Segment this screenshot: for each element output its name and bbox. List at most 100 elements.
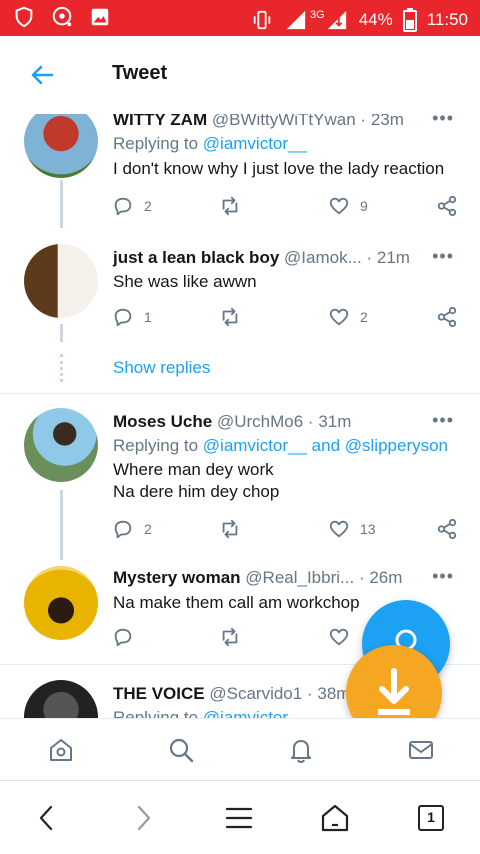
messages-mail-icon[interactable] <box>406 735 436 765</box>
display-name[interactable]: WITTY ZAM <box>113 114 207 129</box>
separator: · <box>306 684 313 703</box>
mention-link[interactable]: @iamvictor <box>203 708 288 718</box>
separator: · <box>366 248 373 267</box>
display-name[interactable]: just a lean black boy <box>113 248 279 267</box>
divider <box>0 393 480 394</box>
user-handle[interactable]: @Iamok... <box>284 248 362 267</box>
network-type: 3G <box>310 9 325 21</box>
avatar[interactable] <box>24 408 98 482</box>
user-handle[interactable]: @Real_Ibbri... <box>245 568 354 587</box>
separator: · <box>307 412 314 431</box>
like-count: 13 <box>360 521 376 537</box>
app-header: Tweet <box>0 36 480 114</box>
share-icon <box>437 195 457 217</box>
status-bar: 3G 44% 11:50 <box>0 0 480 36</box>
reply-icon <box>114 628 132 647</box>
retweet-icon <box>222 519 238 539</box>
reply-count: 2 <box>144 521 152 537</box>
chevron-left-icon[interactable] <box>30 801 64 835</box>
reply-button[interactable] <box>112 626 134 648</box>
reply-button[interactable]: 1 <box>112 306 152 328</box>
retweet-button[interactable] <box>218 306 242 328</box>
tweet-actions: 2 9 <box>112 195 458 221</box>
heart-icon <box>329 197 349 215</box>
notifications-bell-icon[interactable] <box>286 735 316 765</box>
reply-count: 1 <box>144 309 152 325</box>
chevron-right-icon[interactable] <box>126 801 160 835</box>
user-handle[interactable]: @BWittyWiTtYwan <box>212 114 356 129</box>
retweet-button[interactable] <box>218 626 242 648</box>
tabs-button[interactable]: 1 <box>414 801 448 835</box>
home-icon[interactable] <box>318 801 352 835</box>
back-arrow-icon[interactable] <box>28 61 56 89</box>
user-handle[interactable]: @UrchMo6 <box>217 412 303 431</box>
battery-percent: 44% <box>358 10 393 29</box>
clock: 11:50 <box>426 10 468 29</box>
replying-to-label: Replying to <box>113 134 203 153</box>
replying-to-label: Replying to <box>113 436 203 455</box>
battery-icon <box>402 8 417 32</box>
like-count: 2 <box>360 309 368 325</box>
separator: · <box>360 114 367 129</box>
avatar[interactable] <box>24 244 98 318</box>
share-icon <box>437 306 457 328</box>
like-button[interactable]: 2 <box>328 306 368 328</box>
tab-count: 1 <box>427 809 435 825</box>
like-button[interactable]: 13 <box>328 518 376 540</box>
retweet-icon <box>222 627 238 647</box>
replying-to-label: Replying to <box>113 708 203 718</box>
more-options-icon[interactable]: ••• <box>432 566 454 587</box>
home-icon[interactable] <box>46 735 76 765</box>
reply-icon <box>114 520 132 539</box>
display-name[interactable]: Mystery woman <box>113 568 241 587</box>
timestamp: 23m <box>370 114 404 129</box>
more-options-icon[interactable]: ••• <box>432 410 454 431</box>
tweet-text: Na make them call am workchop <box>113 593 360 612</box>
thread-line <box>60 180 63 228</box>
reply-button[interactable]: 2 <box>112 195 152 217</box>
tweet-text: I don't know why I just love the lady re… <box>113 159 445 178</box>
heart-icon <box>329 520 349 538</box>
retweet-button[interactable] <box>218 518 242 540</box>
tweet-text: She was like awwn <box>113 272 257 291</box>
like-count: 9 <box>360 198 368 214</box>
display-name[interactable]: Moses Uche <box>113 412 212 431</box>
display-name[interactable]: THE VOICE <box>113 684 205 703</box>
reply-button[interactable]: 2 <box>112 518 152 540</box>
vibrate-icon <box>253 10 271 30</box>
user-handle[interactable]: @Scarvido1 <box>209 684 302 703</box>
tweet-item[interactable]: just a lean black boy @Iamok... · 21m ••… <box>0 240 480 360</box>
more-options-icon[interactable]: ••• <box>432 114 454 129</box>
share-button[interactable] <box>436 306 458 328</box>
show-replies-link[interactable]: Show replies <box>113 358 210 378</box>
share-button[interactable] <box>436 518 458 540</box>
avatar[interactable] <box>24 566 98 640</box>
browser-nav-bar: 1 <box>0 780 480 854</box>
like-button[interactable]: 9 <box>328 195 368 217</box>
tweet-text-line-1: Where man dey work <box>113 460 274 479</box>
tweet-text-line-2: Na dere him dey chop <box>113 482 280 501</box>
search-icon[interactable] <box>166 735 196 765</box>
avatar[interactable] <box>24 114 98 178</box>
tweet-actions: 1 2 <box>112 306 458 332</box>
separator: · <box>358 568 365 587</box>
signal-icon <box>286 10 306 30</box>
heart-icon <box>329 308 349 326</box>
retweet-button[interactable] <box>218 195 242 217</box>
mention-link[interactable]: @iamvictor__ <box>203 134 307 153</box>
reply-icon <box>114 308 132 327</box>
notification-bubble-icon <box>52 6 72 27</box>
menu-icon[interactable] <box>222 801 256 835</box>
more-options-icon[interactable]: ••• <box>432 246 454 267</box>
thread-line <box>60 324 63 342</box>
mention-link[interactable]: @iamvictor__ and @slipperyson <box>203 436 448 455</box>
thread-line <box>60 490 63 560</box>
tweet-item[interactable]: WITTY ZAM @BWittyWiTtYwan · 23m ••• Repl… <box>0 114 480 228</box>
share-button[interactable] <box>436 195 458 217</box>
shield-icon <box>15 6 33 28</box>
mobile-data-icon <box>327 10 346 30</box>
reply-count: 2 <box>144 198 152 214</box>
timestamp: 31m <box>318 412 352 431</box>
avatar[interactable] <box>24 680 98 718</box>
tweet-item[interactable]: Moses Uche @UrchMo6 · 31m ••• Replying t… <box>0 404 480 560</box>
